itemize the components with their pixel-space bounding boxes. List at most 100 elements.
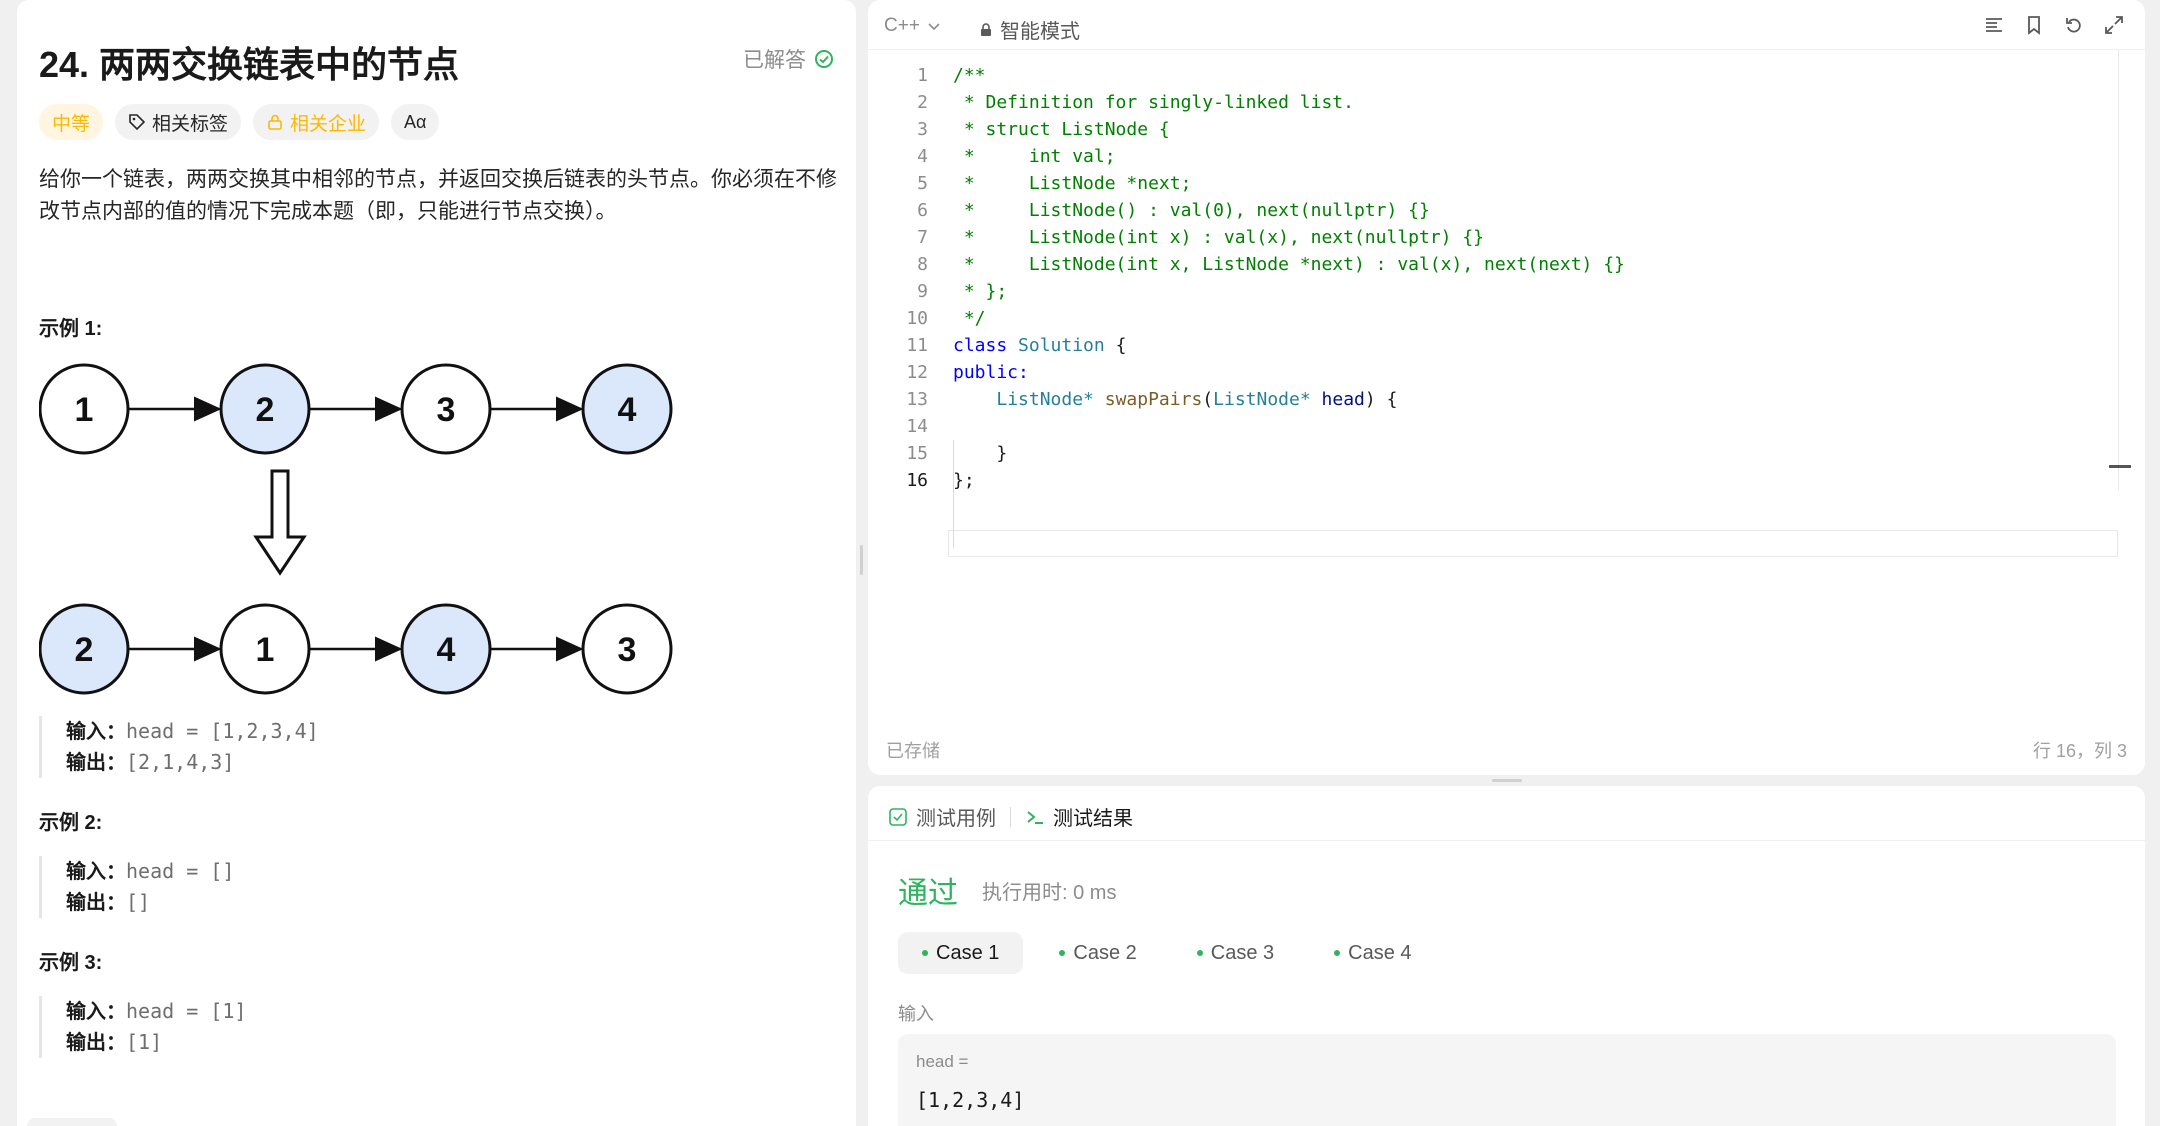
- checkbox-icon: [889, 807, 907, 826]
- related-tags-label: 相关标签: [152, 113, 229, 135]
- line-number: 6: [917, 200, 928, 221]
- case-tab-1[interactable]: Case 1: [898, 932, 1024, 974]
- editor-scrollbar-track[interactable]: [2118, 50, 2119, 490]
- case-tabs: Case 1 Case 2 Case 3 Case 4: [898, 932, 1436, 974]
- format-icon[interactable]: [1983, 14, 2005, 36]
- problem-description: 给你一个链表，两两交换其中相邻的节点，并返回交换后链表的头节点。你必须在不修改节…: [39, 168, 837, 223]
- vertical-resize-handle[interactable]: [860, 545, 863, 575]
- difficulty-label: 中等: [52, 113, 91, 135]
- fullscreen-icon[interactable]: [2103, 14, 2125, 36]
- line-number: 3: [917, 119, 928, 140]
- pass-dot-icon: [1334, 950, 1341, 956]
- problem-title: 24. 两两交换链表中的节点: [39, 44, 460, 85]
- list-node-value: 4: [437, 631, 456, 669]
- difficulty-tag[interactable]: 中等: [39, 104, 104, 140]
- code-line: };: [953, 470, 975, 491]
- font-size-icon: Aα: [404, 111, 427, 132]
- horizontal-resize-handle[interactable]: [1492, 779, 1522, 782]
- example-2-title: 示例 2:: [39, 812, 103, 834]
- code-line: * ListNode() : val(0), next(nullptr) {}: [953, 200, 1430, 221]
- output-label: 输出：: [66, 752, 126, 774]
- line-number: 13: [906, 389, 928, 410]
- input-box: head = [1,2,3,4]: [898, 1034, 2116, 1126]
- lock-icon: [981, 22, 991, 36]
- tab-separator: [1010, 806, 1011, 827]
- pass-dot-icon: [922, 950, 928, 956]
- case-label: Case 3: [1210, 941, 1275, 964]
- solved-status: 已解答: [743, 44, 834, 74]
- case-tab-4[interactable]: Case 4: [1310, 932, 1435, 974]
- input-param-value: [1,2,3,4]: [916, 1088, 1025, 1112]
- code-line: * Definition for singly-linked list.: [953, 92, 1354, 113]
- example-3-block: 输入：head = [1] 输出：[1]: [39, 996, 246, 1058]
- linked-list-diagram: 1 2 3 4 2 1 4 3: [39, 363, 673, 695]
- font-size-button[interactable]: Aα: [391, 104, 440, 140]
- check-circle-icon: [815, 50, 833, 68]
- list-node-value: 4: [618, 391, 637, 429]
- tab-testcase[interactable]: 测试用例: [888, 802, 996, 831]
- editor-header: C++ 智能模式: [868, 0, 2145, 50]
- code-line: * ListNode(int x, ListNode *next) : val(…: [953, 254, 1625, 275]
- example-2-block: 输入：head = [] 输出：[]: [39, 856, 234, 918]
- example-input: head = []: [126, 859, 235, 883]
- case-label: Case 1: [936, 941, 1000, 964]
- code-line: */: [953, 308, 986, 329]
- line-number: 1: [917, 65, 928, 86]
- line-number: 11: [906, 335, 928, 356]
- code-line: public:: [953, 362, 1029, 383]
- test-result-panel: 测试用例 测试结果 通过 执行用时: 0 ms Case 1 Case 2 Ca…: [868, 786, 2145, 1126]
- example-output: [1]: [126, 1030, 163, 1054]
- line-number: 14: [906, 416, 928, 437]
- result-tabs: 测试用例 测试结果: [888, 802, 1133, 831]
- list-node-value: 1: [75, 391, 94, 429]
- tabs-divider: [868, 840, 2145, 841]
- pass-dot-icon: [1196, 950, 1203, 956]
- line-number: 16: [906, 470, 928, 491]
- reset-icon[interactable]: [2063, 14, 2085, 36]
- solved-label: 已解答: [743, 49, 806, 72]
- case-tab-3[interactable]: Case 3: [1173, 932, 1298, 974]
- code-line: * ListNode *next;: [953, 173, 1192, 194]
- list-node-value: 2: [75, 631, 94, 669]
- line-number: 4: [917, 146, 928, 167]
- example-3-title: 示例 3:: [39, 952, 103, 974]
- chevron-down-icon: [928, 23, 940, 31]
- runtime-info: 执行用时: 0 ms: [982, 882, 1117, 904]
- tab-result[interactable]: 测试结果: [1025, 802, 1133, 831]
- cursor-position: 行 16，列 3: [2032, 741, 2127, 761]
- line-number: 8: [917, 254, 928, 275]
- mode-toggle[interactable]: 智能模式: [978, 15, 1080, 44]
- code-line: ListNode* swapPairs(ListNode* head) {: [996, 389, 1398, 410]
- bookmark-icon[interactable]: [2023, 14, 2045, 36]
- code-line: /**: [953, 65, 986, 86]
- editor-toolbar: [1983, 14, 2125, 36]
- lock-icon: [268, 114, 282, 130]
- input-label: 输入：: [66, 721, 126, 743]
- case-label: Case 4: [1348, 941, 1412, 964]
- example-1-title: 示例 1:: [39, 318, 103, 340]
- tag-row: 中等 相关标签 相关企业 Aα: [39, 104, 440, 140]
- related-tags-button[interactable]: 相关标签: [115, 104, 242, 140]
- code-editor-panel: C++ 智能模式 1 /** 2 * Definition for singly-…: [868, 0, 2145, 775]
- mode-label: 智能模式: [1000, 21, 1080, 43]
- bottom-tab-stub[interactable]: [27, 1118, 117, 1126]
- list-node-value: 3: [437, 391, 456, 429]
- example-output: []: [126, 890, 151, 914]
- line-number: 12: [906, 362, 928, 383]
- line-number: 10: [906, 308, 928, 329]
- input-param-name: head =: [916, 1052, 969, 1071]
- language-label: C++: [884, 15, 920, 36]
- problem-panel: 24. 两两交换链表中的节点 已解答 中等 相关标签 相关企业 Aα 给你一个链…: [17, 0, 856, 1126]
- input-section-label: 输入: [898, 1004, 934, 1024]
- case-tab-2[interactable]: Case 2: [1035, 932, 1160, 974]
- language-select[interactable]: C++: [884, 15, 942, 37]
- terminal-icon: [1027, 810, 1043, 824]
- related-companies-button[interactable]: 相关企业: [253, 104, 380, 140]
- related-companies-label: 相关企业: [290, 113, 367, 135]
- line-number: 2: [917, 92, 928, 113]
- pass-dot-icon: [1059, 950, 1066, 956]
- tab-testcase-label: 测试用例: [916, 808, 996, 830]
- line-number: 5: [917, 173, 928, 194]
- case-label: Case 2: [1073, 941, 1137, 964]
- input-label: 输入：: [66, 861, 126, 883]
